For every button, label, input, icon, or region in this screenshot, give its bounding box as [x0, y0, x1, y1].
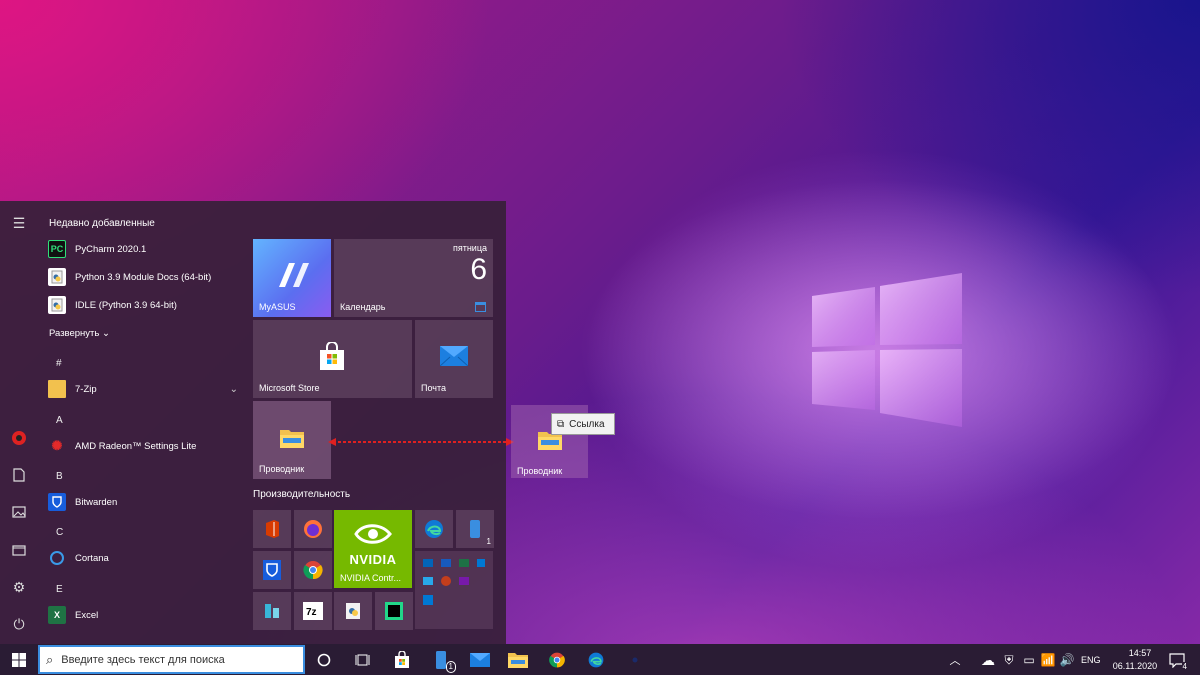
task-view-icon: [355, 654, 370, 666]
drag-arrow-overlay: [328, 438, 514, 446]
battery-icon[interactable]: ▭: [1020, 647, 1038, 673]
folder-icon: [508, 653, 528, 668]
clock-date[interactable]: 06.11.2020: [1108, 661, 1162, 671]
taskbar-phone[interactable]: 1: [428, 647, 456, 673]
dragged-tile-label: Проводник: [517, 466, 563, 476]
shortcut-icon: ⧉: [557, 418, 565, 430]
defender-icon[interactable]: ⛨: [1000, 647, 1018, 673]
edge-icon: [588, 652, 604, 668]
task-view-button[interactable]: [350, 647, 376, 673]
search-icon: ⌕: [46, 651, 54, 667]
cortana-icon: [317, 653, 331, 667]
taskbar: ⌕ Введите здесь текст для поиска 1 ︿ ☁ ⛨…: [0, 644, 1200, 675]
mail-envelope-icon: [470, 653, 490, 667]
notification-count: 4: [1181, 662, 1188, 671]
taskbar-edge[interactable]: [583, 647, 609, 673]
store-bag-icon: [395, 651, 409, 668]
language-indicator[interactable]: ENG: [1081, 655, 1101, 665]
windows-start-icon: [12, 653, 26, 667]
tooltip-text: Ссылка: [569, 418, 605, 430]
start-button[interactable]: [6, 647, 32, 673]
taskbar-explorer[interactable]: [505, 647, 531, 673]
phone-icon: [436, 651, 446, 669]
chevron-up-icon: ︿: [949, 655, 961, 667]
cortana-button[interactable]: [311, 647, 337, 673]
onedrive-icon[interactable]: ☁: [979, 647, 997, 673]
volume-icon[interactable]: 🔊: [1058, 647, 1076, 673]
phone-notification-badge: 1: [445, 661, 456, 673]
search-placeholder: Введите здесь текст для поиска: [61, 653, 225, 666]
taskbar-chrome[interactable]: [544, 647, 570, 673]
clock-time[interactable]: 14:57: [1120, 648, 1160, 658]
app-indicator-icon: [632, 657, 638, 663]
taskbar-app-dot[interactable]: [622, 647, 648, 673]
taskbar-search[interactable]: ⌕ Введите здесь текст для поиска: [38, 645, 305, 674]
taskbar-store[interactable]: [389, 647, 415, 673]
taskbar-mail[interactable]: [467, 647, 493, 673]
link-tooltip: ⧉ Ссылка: [551, 413, 615, 435]
action-center-button[interactable]: 4: [1164, 647, 1190, 673]
show-hidden-icons-button[interactable]: ︿: [942, 647, 968, 673]
chrome-icon: [549, 652, 565, 668]
network-icon[interactable]: 📶: [1039, 647, 1057, 673]
drag-arrow-head-left: [328, 438, 336, 446]
